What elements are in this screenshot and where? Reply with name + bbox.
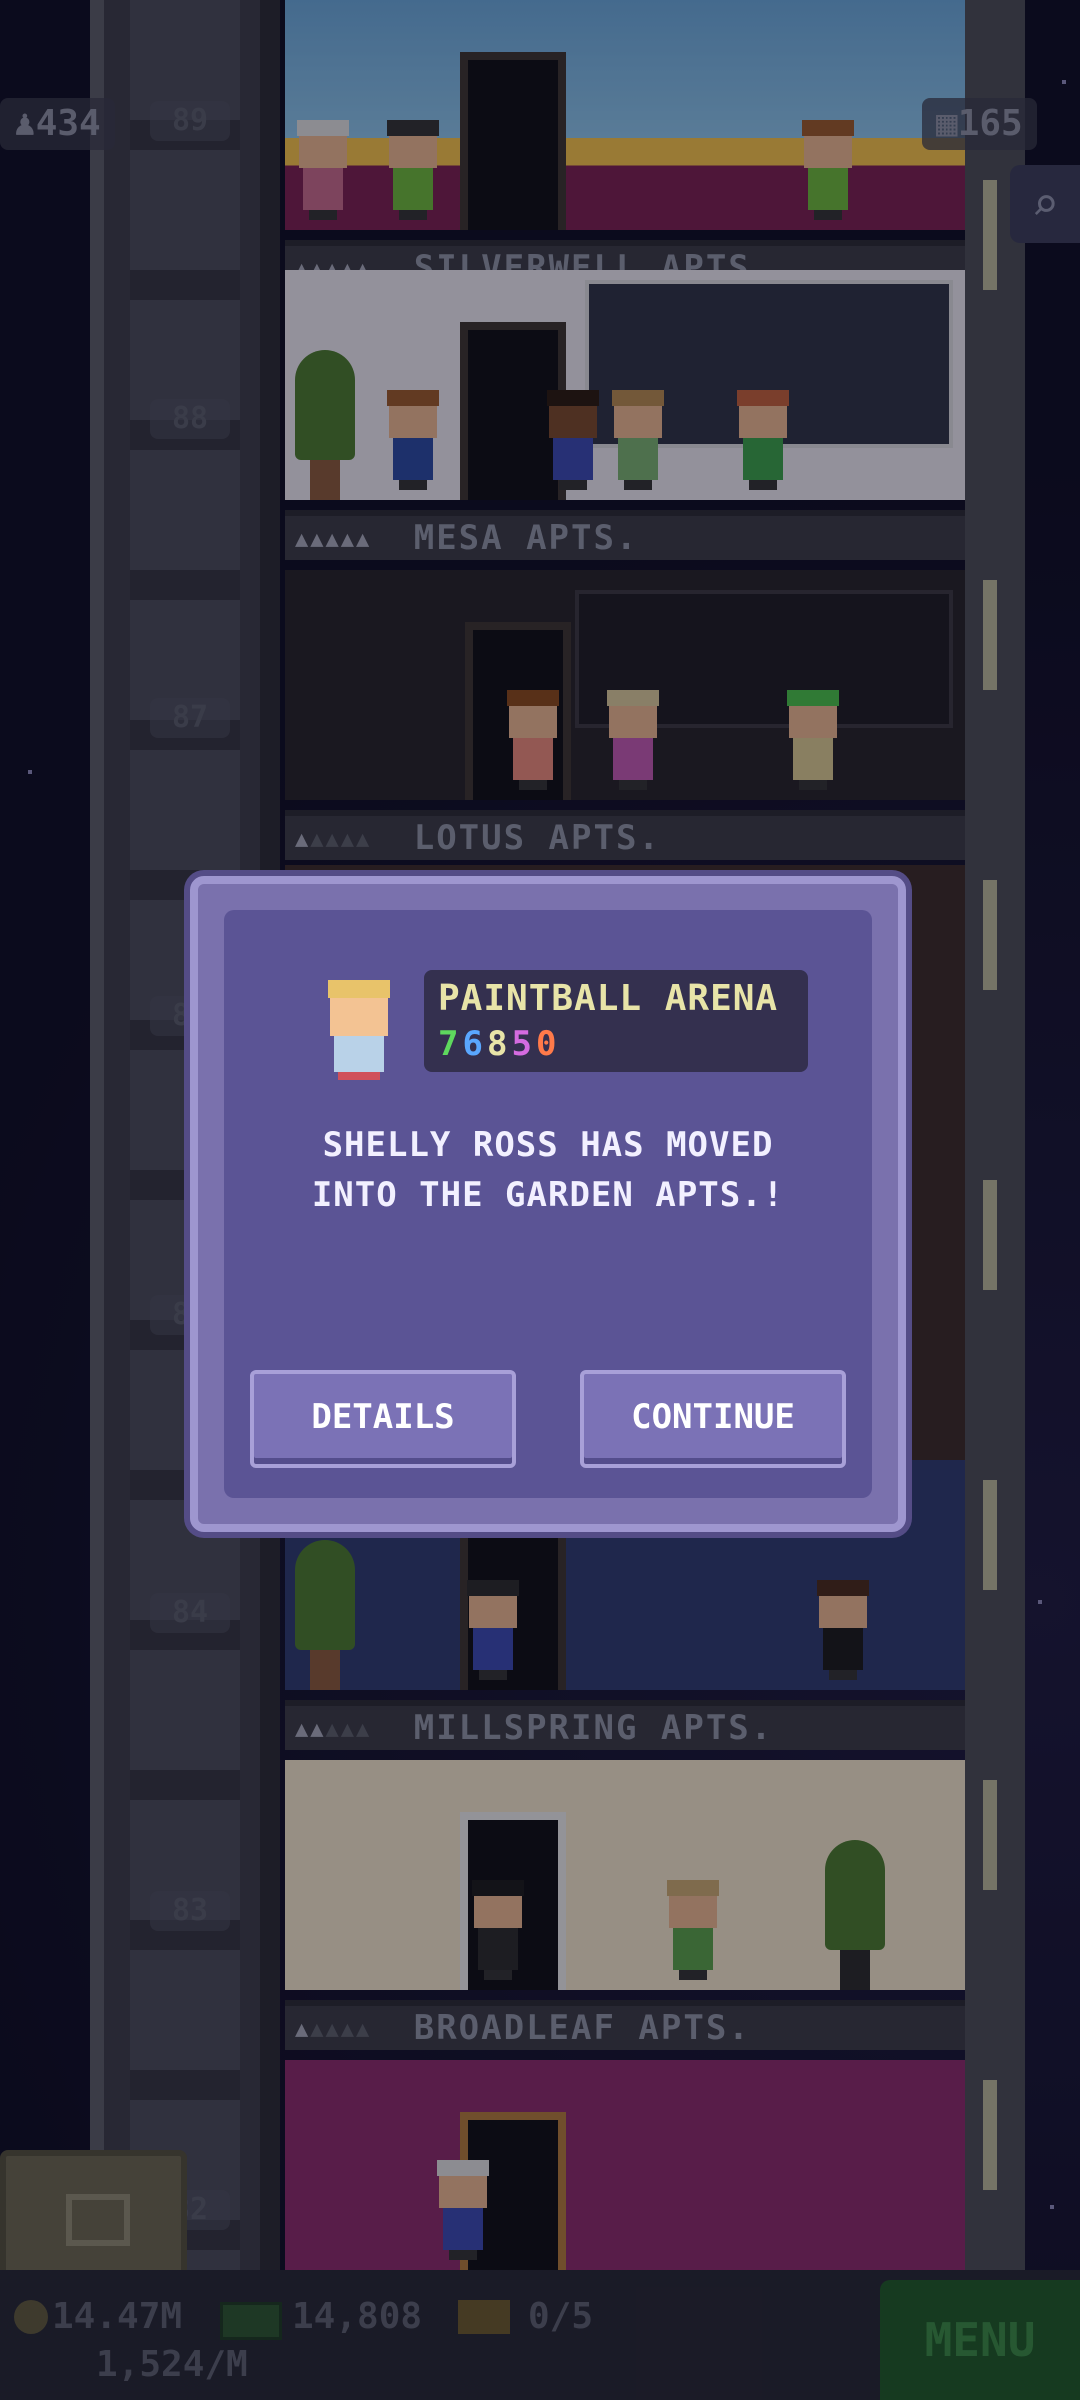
job-info-box: PAINTBALL ARENA 76850 (424, 970, 808, 1072)
dialog-message: SHELLY ROSS HAS MOVED INTO THE GARDEN AP… (311, 1125, 785, 1215)
skill-digit: 6 (462, 1024, 487, 1064)
skill-digit: 7 (438, 1024, 463, 1064)
continue-button[interactable]: CONTINUE (580, 1370, 846, 1468)
skill-digit: 0 (535, 1024, 561, 1064)
job-name: PAINTBALL ARENA (438, 978, 779, 1019)
details-button[interactable]: DETAILS (250, 1370, 516, 1468)
resident-avatar[interactable] (324, 980, 394, 1080)
skill-digit: 5 (511, 1024, 536, 1064)
skill-ratings: 76850 (438, 1024, 560, 1064)
game-scene: 89 88 87 86 85 84 83 82 ▲▲▲▲▲ SILVERWELL… (0, 0, 1080, 2400)
skill-digit: 8 (486, 1024, 512, 1064)
move-in-dialog: PAINTBALL ARENA 76850 SHELLY ROSS HAS MO… (190, 876, 906, 1532)
dialog-body: PAINTBALL ARENA 76850 SHELLY ROSS HAS MO… (224, 910, 872, 1498)
